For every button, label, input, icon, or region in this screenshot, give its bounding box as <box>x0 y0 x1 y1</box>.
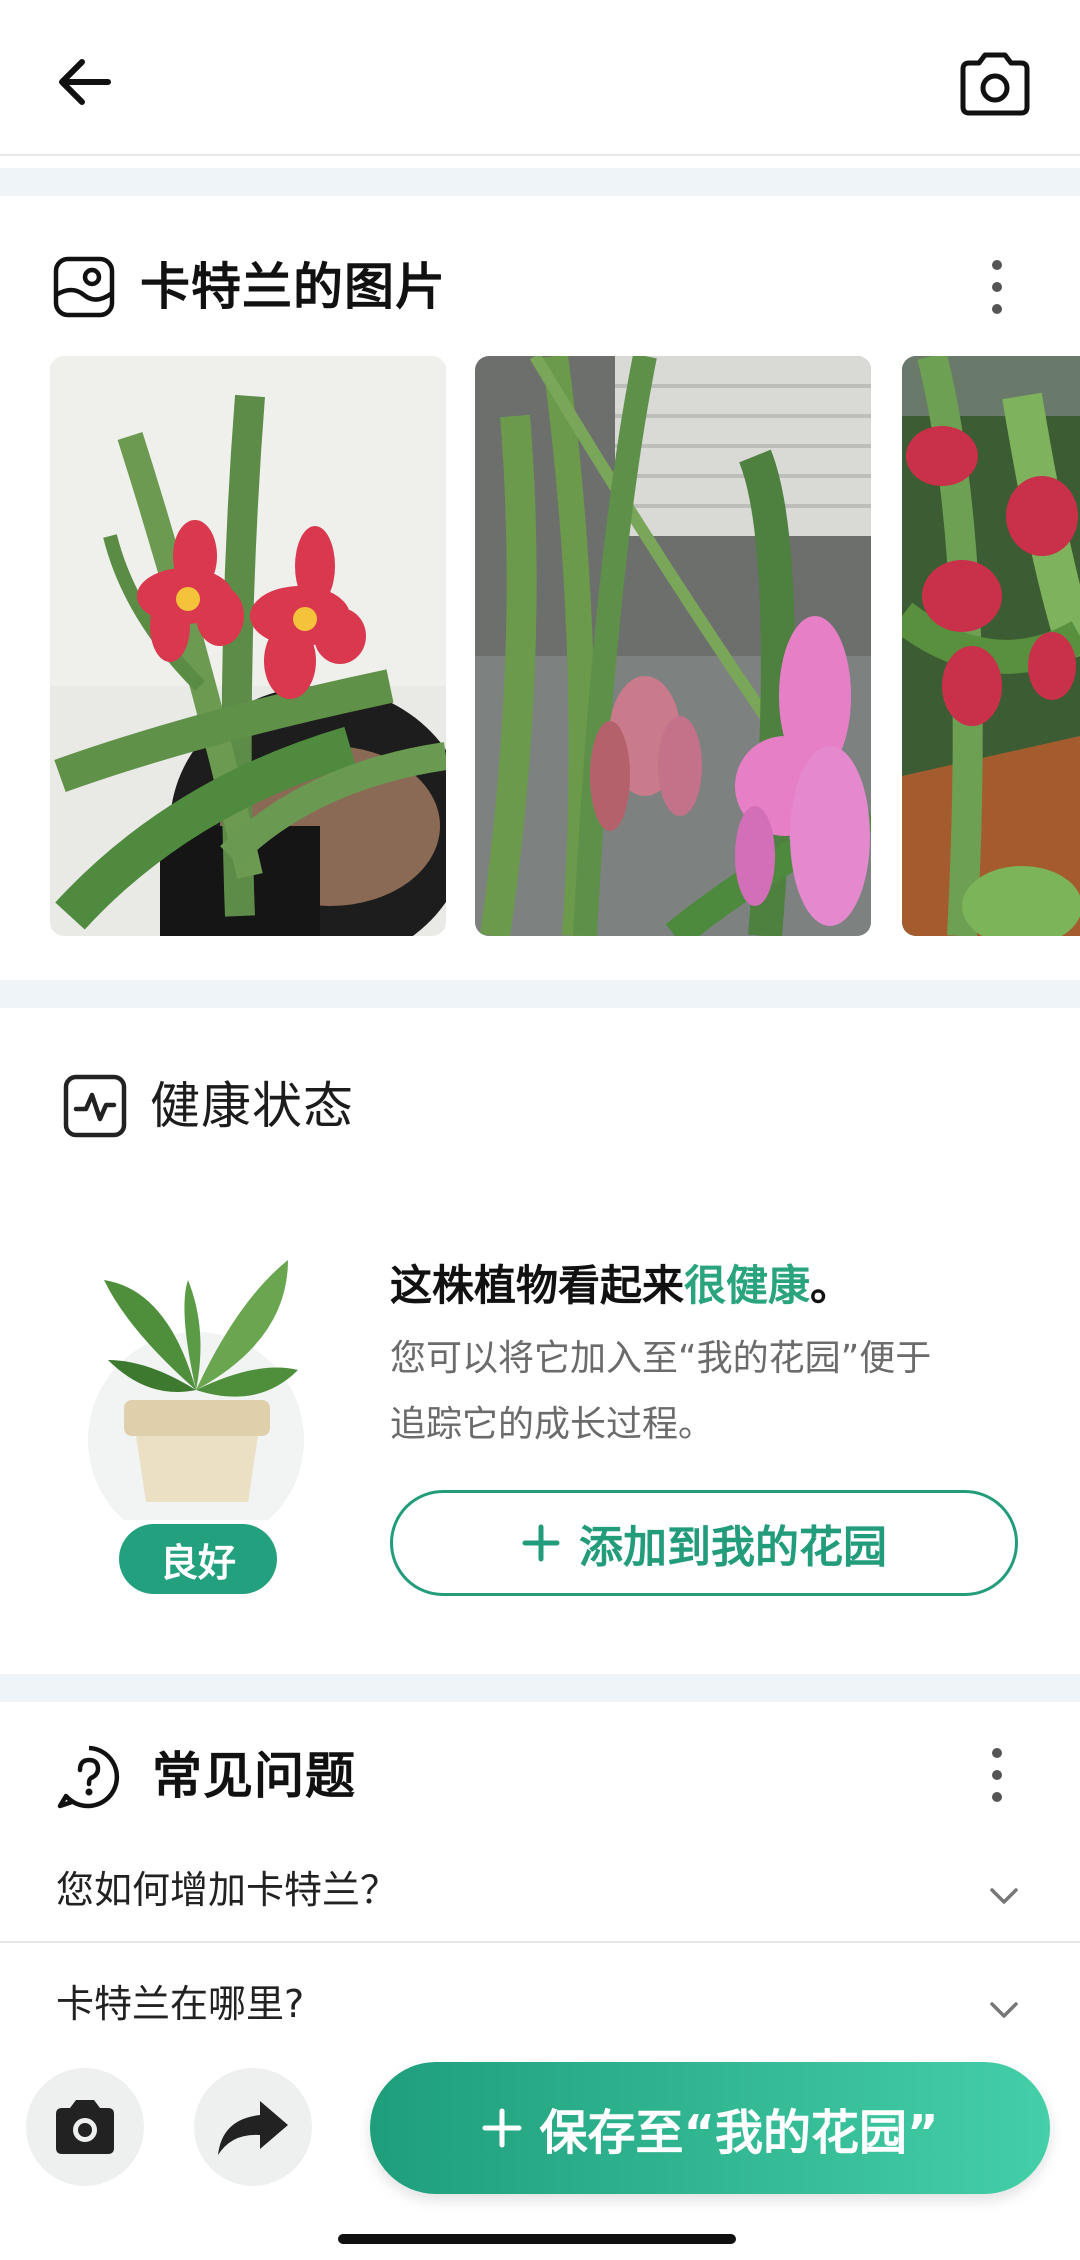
photos-more-button[interactable] <box>972 252 1022 322</box>
faq-divider <box>0 1941 1080 1943</box>
camera-button[interactable] <box>950 44 1040 124</box>
photo-red-orchid[interactable] <box>50 356 446 936</box>
back-button[interactable] <box>44 46 124 118</box>
faq-item[interactable]: 卡特兰在哪里? <box>0 1960 1080 2050</box>
add-to-garden-label: 添加到我的花园 <box>579 1522 887 1573</box>
faq-question: 您如何增加卡特兰？ <box>56 1868 399 1912</box>
share-button[interactable] <box>194 2068 312 2186</box>
section-separator <box>0 1674 1080 1702</box>
faq-more-button[interactable] <box>972 1740 1022 1810</box>
photos-section-title: 卡特兰的图片 <box>140 258 446 316</box>
health-headline: 这株植物看起来很健康。 <box>390 1258 852 1314</box>
arrow-left-icon <box>59 59 111 105</box>
plus-icon <box>482 2108 522 2148</box>
faq-item[interactable]: 您如何增加卡特兰？ <box>0 1840 1080 1940</box>
health-section-title: 健康状态 <box>150 1077 354 1135</box>
health-headline-highlight: 很健康 <box>684 1261 811 1310</box>
save-to-garden-label: 保存至“我的花园” <box>539 2105 939 2161</box>
photo-pink-orchid[interactable] <box>475 356 871 936</box>
bottom-camera-button[interactable] <box>26 2068 144 2186</box>
save-to-garden-button[interactable]: 保存至“我的花园” <box>370 2062 1050 2194</box>
more-vertical-icon <box>992 260 1002 314</box>
chevron-down-icon <box>990 2002 1018 2018</box>
camera-icon <box>960 52 1030 116</box>
add-to-garden-button[interactable]: 添加到我的花园 <box>390 1490 1018 1596</box>
health-status-badge: 良好 <box>119 1524 277 1594</box>
pulse-icon <box>62 1073 128 1139</box>
faq-question: 卡特兰在哪里? <box>56 1982 305 2026</box>
chevron-down-icon <box>990 1888 1018 1904</box>
image-icon <box>52 255 116 319</box>
share-icon <box>218 2101 288 2155</box>
plus-icon <box>522 1524 560 1562</box>
camera-icon <box>56 2100 114 2154</box>
photo-red-orchid-cluster[interactable] <box>902 356 1080 936</box>
faq-section-title: 常见问题 <box>152 1747 356 1805</box>
top-bar <box>0 0 1080 156</box>
health-headline-suffix: 。 <box>810 1261 853 1310</box>
help-circle-icon <box>56 1744 122 1810</box>
home-indicator <box>338 2234 736 2244</box>
plant-illustration <box>88 1250 318 1548</box>
more-vertical-icon <box>992 1748 1002 1802</box>
health-description-line2: 追踪它的成长过程。 <box>390 1404 715 1445</box>
health-headline-prefix: 这株植物看起来 <box>390 1261 685 1310</box>
section-separator <box>0 168 1080 196</box>
section-separator <box>0 980 1080 1008</box>
health-description-line1: 您可以将它加入至“我的花园”便于 <box>390 1338 932 1379</box>
